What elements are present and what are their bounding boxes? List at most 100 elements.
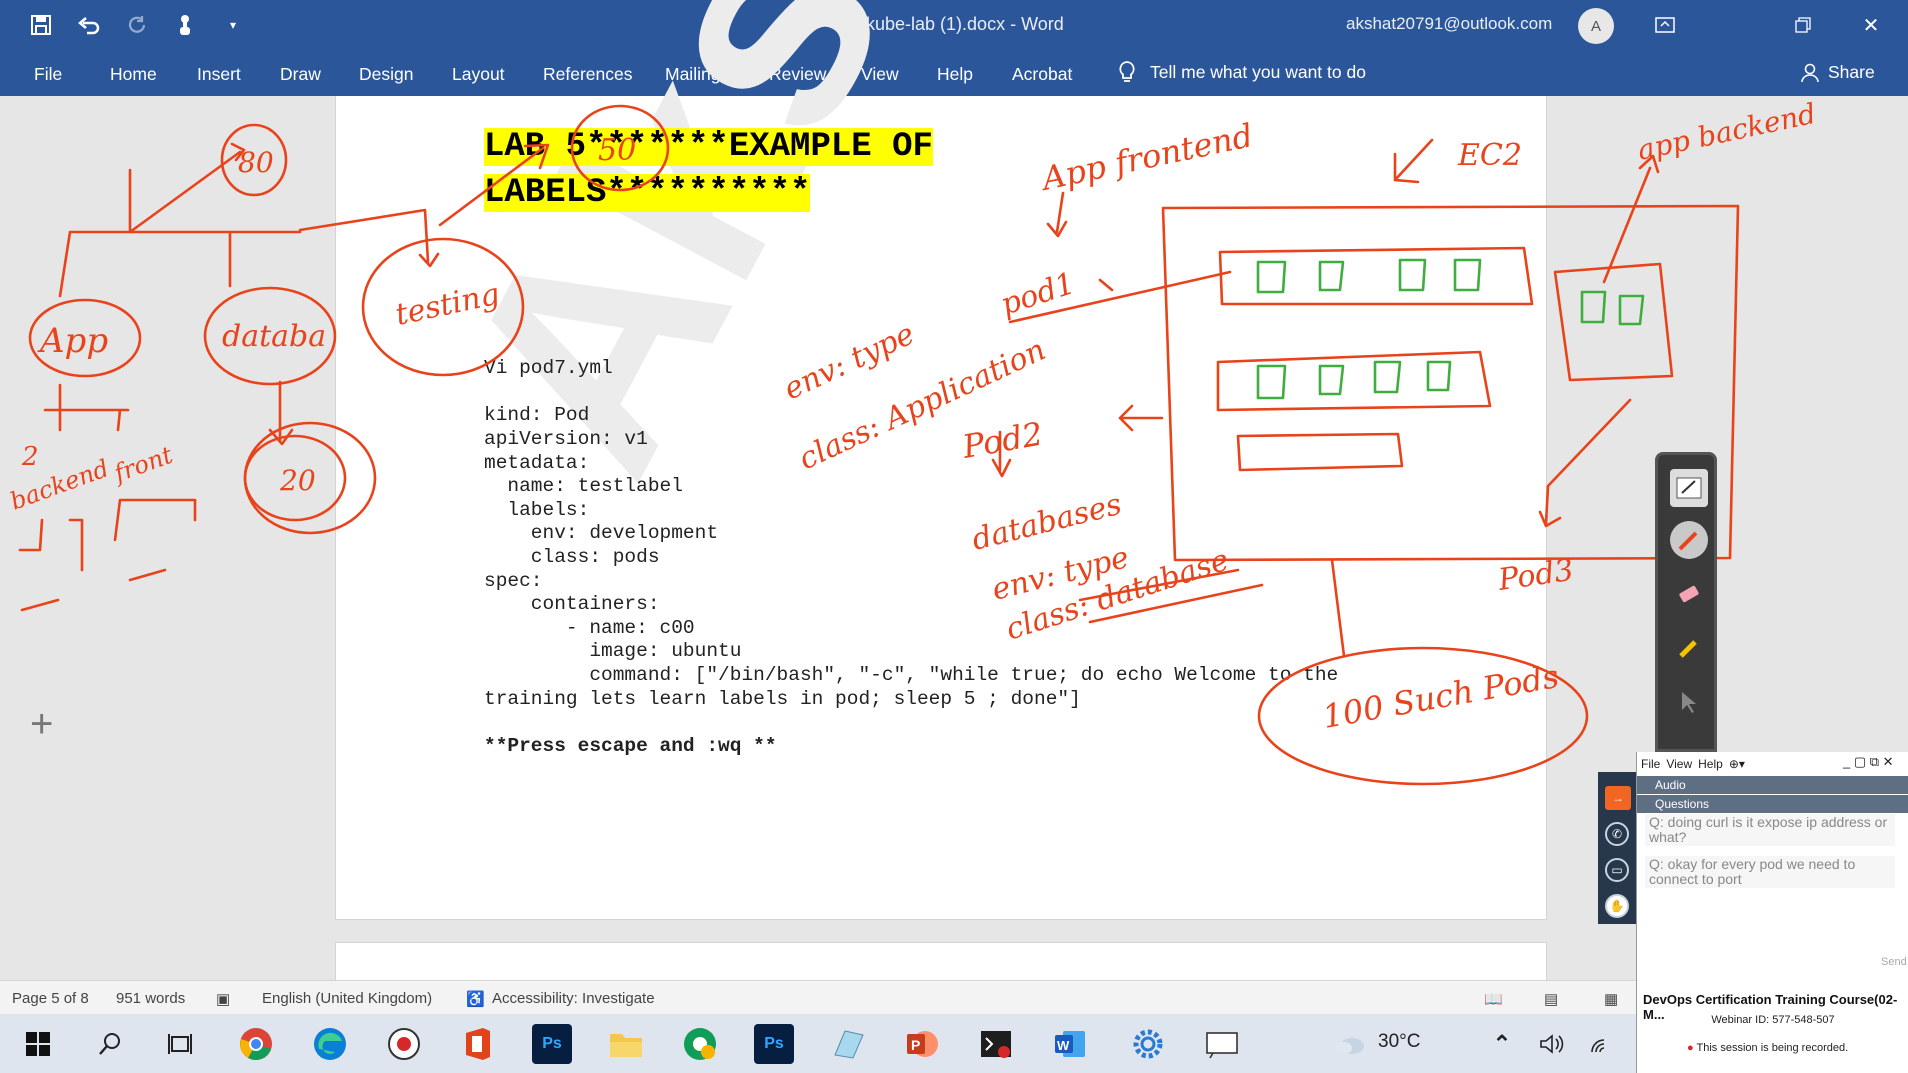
tell-me-search[interactable]: Tell me what you want to do (1118, 60, 1366, 84)
chrome-profile-icon[interactable] (680, 1024, 720, 1064)
svg-text:P: P (911, 1037, 920, 1053)
share-button[interactable]: Share (1800, 62, 1875, 83)
person-icon (1801, 63, 1819, 82)
save-icon[interactable] (28, 12, 54, 38)
questions-section[interactable]: Questions (1637, 795, 1908, 813)
notes-icon[interactable] (828, 1024, 868, 1064)
quick-access-toolbar: ▾ (28, 12, 246, 38)
settings-gear-icon[interactable] (1128, 1024, 1168, 1064)
code-line: containers: (484, 593, 660, 615)
terminal-icon[interactable] (976, 1024, 1016, 1064)
word-icon[interactable]: W (1050, 1024, 1090, 1064)
phone-icon[interactable]: ✆ (1605, 822, 1629, 846)
screen-icon[interactable]: ▭ (1605, 858, 1629, 882)
code-line: Vi pod7.yml (484, 357, 613, 379)
powerpoint-icon[interactable]: P (902, 1024, 942, 1064)
tab-design[interactable]: Design (359, 64, 413, 85)
web-layout-icon[interactable]: ▦ (1604, 990, 1618, 1008)
highlighter-icon[interactable] (1670, 629, 1708, 667)
office-icon[interactable] (458, 1024, 498, 1064)
tell-me-text: Tell me what you want to do (1150, 61, 1366, 82)
tab-home[interactable]: Home (110, 64, 157, 85)
code-line: image: ubuntu (484, 640, 742, 662)
account-email[interactable]: akshat20791@outlook.com (1346, 14, 1552, 34)
globe-icon[interactable]: ⊕▾ (1729, 757, 1745, 771)
pen-icon[interactable] (1670, 521, 1708, 559)
code-line: class: pods (484, 546, 660, 568)
collapse-arrow-icon[interactable]: → (1605, 786, 1631, 810)
tab-file[interactable]: File (34, 64, 62, 85)
tab-draw[interactable]: Draw (280, 64, 321, 85)
print-layout-icon[interactable]: ▤ (1544, 990, 1558, 1008)
file-explorer-icon[interactable] (606, 1024, 646, 1064)
raise-hand-icon[interactable]: ✋ (1605, 894, 1629, 918)
edge-icon[interactable] (310, 1024, 350, 1064)
question-item[interactable]: Q: doing curl is it expose ip address or… (1645, 814, 1895, 846)
chrome-icon[interactable] (236, 1024, 276, 1064)
ribbon-display-icon[interactable] (1648, 10, 1682, 40)
pointer-icon[interactable] (1670, 683, 1708, 721)
taskbar: Ps Ps P W 30°C ⌃ (0, 1014, 1640, 1073)
customize-icon[interactable]: ▾ (220, 12, 246, 38)
pen-toolbar (1655, 452, 1717, 752)
code-line: **Press escape and :wq ** (484, 735, 777, 757)
panel-window-controls[interactable]: _ ▢ ⧉ ✕ (1843, 754, 1894, 770)
recording-dot-icon: ● (1687, 1042, 1694, 1054)
tab-acrobat[interactable]: Acrobat (1012, 64, 1072, 85)
task-view-icon[interactable] (160, 1024, 200, 1064)
network-icon[interactable] (1582, 1024, 1622, 1064)
screen-sketch-icon[interactable] (1202, 1024, 1242, 1064)
undo-icon[interactable] (76, 12, 102, 38)
recording-status: ● This session is being recorded. (1687, 1042, 1848, 1054)
search-icon[interactable] (90, 1024, 130, 1064)
tab-insert[interactable]: Insert (197, 64, 241, 85)
temperature[interactable]: 30°C (1378, 1031, 1420, 1053)
word-count[interactable]: 951 words (116, 990, 185, 1007)
code-line: command: ["/bin/bash", "-c", "while true… (484, 664, 1339, 686)
lab-title-line2: LABELS********** (484, 174, 811, 212)
send-button[interactable]: Send (1881, 956, 1907, 968)
code-line: env: development (484, 522, 719, 544)
tab-help[interactable]: Help (937, 64, 973, 85)
avatar[interactable]: A (1578, 8, 1614, 44)
menu-view[interactable]: View (1666, 757, 1692, 771)
photoshop-icon[interactable]: Ps (754, 1024, 794, 1064)
page-count[interactable]: Page 5 of 8 (12, 990, 89, 1007)
questions-label: Questions (1655, 797, 1710, 811)
svg-text:W: W (1057, 1038, 1070, 1053)
tab-layout[interactable]: Layout (452, 64, 505, 85)
photoshop-icon[interactable]: Ps (532, 1024, 572, 1064)
add-icon[interactable]: + (30, 702, 53, 747)
webinar-id: Webinar ID: 577-548-507 (1711, 1014, 1835, 1026)
audio-section[interactable]: Audio (1637, 776, 1908, 794)
restore-icon[interactable] (1786, 10, 1820, 40)
code-line: metadata: (484, 452, 590, 474)
language[interactable]: English (United Kingdom) (262, 990, 432, 1007)
proofing-icon[interactable]: ▣ (216, 990, 230, 1008)
eraser-icon[interactable] (1670, 575, 1708, 613)
record-icon[interactable] (384, 1024, 424, 1064)
windows-start-icon[interactable] (18, 1024, 58, 1064)
code-line: kind: Pod (484, 404, 590, 426)
accessibility-status[interactable]: Accessibility: Investigate (492, 990, 655, 1007)
code-line: spec: (484, 570, 543, 592)
question-item[interactable]: Q: okay for every pod we need to connect… (1645, 856, 1895, 888)
code-line: training lets learn labels in pod; sleep… (484, 688, 1081, 710)
touch-mode-icon[interactable] (172, 12, 198, 38)
lab-title-line1: LAB 5*******EXAMPLE OF (484, 128, 933, 166)
whiteboard-icon[interactable] (1670, 469, 1708, 507)
menu-help[interactable]: Help (1698, 757, 1723, 771)
close-icon[interactable]: ✕ (1854, 10, 1888, 40)
menu-file[interactable]: File (1641, 757, 1660, 771)
accessibility-icon[interactable]: ♿ (466, 990, 485, 1008)
next-page[interactable] (335, 942, 1547, 982)
volume-icon[interactable] (1532, 1024, 1572, 1064)
chevron-up-icon[interactable]: ⌃ (1482, 1024, 1522, 1064)
code-line: name: testlabel (484, 475, 683, 497)
redo-icon[interactable] (124, 12, 150, 38)
ribbon-tabs: File Home Insert Draw Design Layout Refe… (0, 50, 1908, 96)
read-mode-icon[interactable]: 📖 (1484, 990, 1503, 1008)
code-line: apiVersion: v1 (484, 428, 648, 450)
lab-title: LAB 5*******EXAMPLE OF LABELS********** (484, 124, 1010, 216)
share-label: Share (1828, 62, 1875, 82)
